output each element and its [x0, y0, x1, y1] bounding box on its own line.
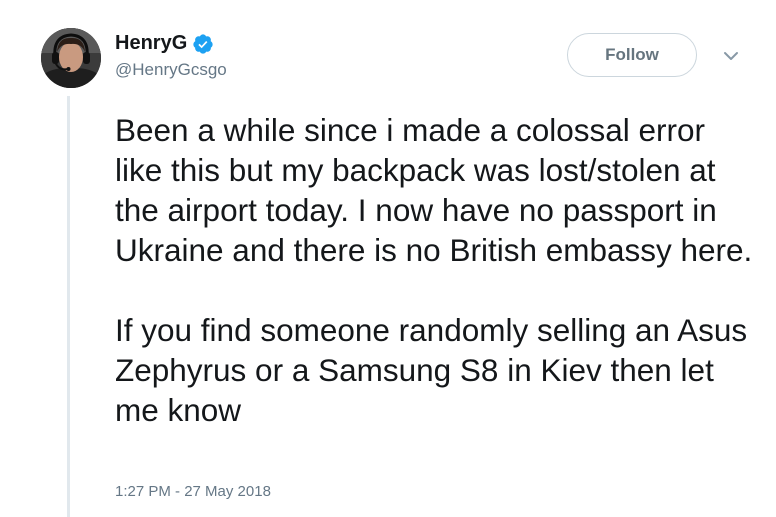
avatar[interactable] — [41, 28, 101, 88]
tweet-paragraph: If you find someone randomly selling an … — [115, 312, 748, 428]
tweet-paragraph: Been a while since i made a colossal err… — [115, 112, 753, 268]
tweet-text: Been a while since i made a colossal err… — [115, 110, 755, 430]
author-name-row[interactable]: HenryG — [115, 32, 214, 55]
verified-badge-icon — [193, 33, 213, 54]
profile-photo-icon — [41, 28, 101, 88]
display-name[interactable]: HenryG — [115, 32, 187, 55]
thread-line — [67, 96, 70, 517]
chevron-down-icon[interactable] — [723, 50, 739, 62]
tweet-timestamp[interactable]: 1:27 PM - 27 May 2018 — [115, 483, 271, 500]
tweet-card: HenryG @HenryGcsgo Follow Been a while s… — [0, 0, 776, 517]
author-handle[interactable]: @HenryGcsgo — [115, 60, 227, 80]
follow-button[interactable]: Follow — [567, 33, 697, 77]
